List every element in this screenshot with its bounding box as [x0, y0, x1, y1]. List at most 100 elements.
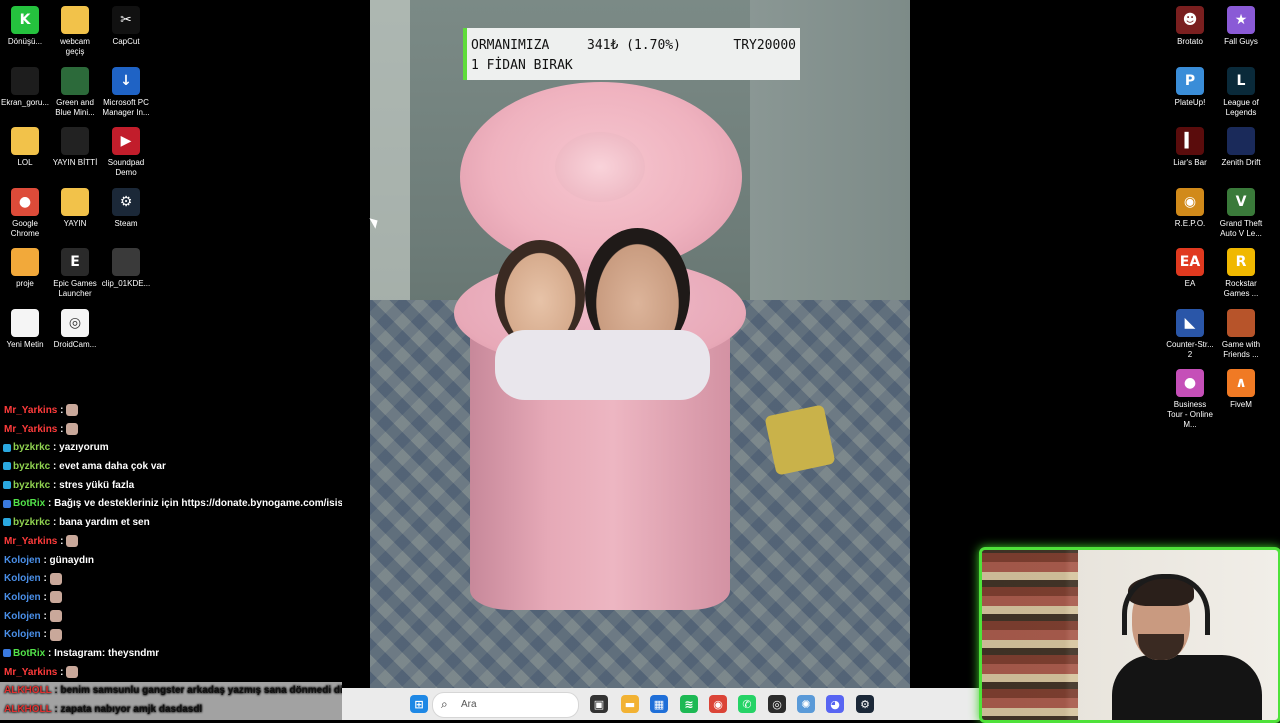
game-icon: [1227, 308, 1255, 337]
desktop-icon[interactable]: Ekran_goru...: [0, 66, 50, 108]
chat-text: :: [40, 591, 47, 603]
desktop-icon[interactable]: ◣ Counter-Str... 2: [1165, 308, 1215, 360]
chrome-icon[interactable]: ◉: [709, 695, 727, 713]
desktop-icon[interactable]: ⚙ Steam: [101, 187, 151, 229]
desktop-icon[interactable]: ✂ CapCut: [101, 6, 151, 47]
steam-icon[interactable]: ⚙: [856, 695, 874, 713]
gta-icon: V: [1227, 187, 1255, 216]
desktop-icon[interactable]: ● Business Tour - Online M...: [1165, 369, 1215, 430]
desktop-icon-label: clip_01KDE...: [101, 279, 151, 288]
desktop-icon-label: YAYIN: [63, 218, 87, 228]
desktop-icon[interactable]: ∧ FiveM: [1216, 369, 1266, 410]
obs-icon[interactable]: ◎: [768, 695, 786, 713]
desktop-icon[interactable]: L League of Legends: [1216, 66, 1266, 118]
chat-username: ALKHOLL: [4, 685, 52, 697]
folder-icon: [11, 127, 39, 155]
file-explorer-icon[interactable]: ▬: [621, 695, 639, 713]
donation-goal: TRY20000: [733, 38, 796, 53]
desktop-icon[interactable]: ★ Fall Guys: [1216, 6, 1266, 47]
desktop-icon-label: Epic Games Launcher: [53, 279, 97, 298]
windows-start-icon[interactable]: ⊞: [410, 695, 428, 713]
store-icon[interactable]: ▦: [650, 695, 668, 713]
stream-photo: [370, 0, 910, 688]
desktop-icon-label: DroidCam...: [53, 339, 97, 349]
desktop-icon-label: Steam: [114, 218, 138, 228]
desktop-icon[interactable]: Game with Friends ...: [1216, 308, 1266, 360]
task-view-icon[interactable]: ▣: [590, 695, 608, 713]
chat-username: Kolojen: [4, 554, 41, 566]
desktop-icon-label: Brotato: [1177, 37, 1203, 46]
chat-username: Kolojen: [4, 629, 41, 641]
chat-text: :: [40, 629, 47, 641]
network-icon[interactable]: ✺: [797, 695, 815, 713]
desktop-icon[interactable]: R Rockstar Games ...: [1216, 248, 1266, 299]
repo-icon: ◉: [1176, 187, 1204, 216]
chat-message: ALKHOLL : zapata nabıyor amjk dasdasdl: [0, 701, 342, 720]
desktop-icon-label: Zenith Drift: [1221, 158, 1261, 167]
desktop-icon[interactable]: Yeni Metin: [0, 308, 50, 350]
desktop-icon-label: CapCut: [112, 37, 140, 46]
taskbar: ⌕ Ara ⊞ ▣ ▬ ▦ ≋ ◉ ✆ ◎ ✺ ◕ ⚙: [342, 688, 980, 720]
zenith-drift-icon: [1227, 127, 1255, 155]
chat-username: BotRix: [13, 647, 46, 659]
folder-icon: [61, 187, 89, 216]
desktop-icon[interactable]: K Dönüşü...: [0, 6, 50, 47]
search-placeholder: Ara: [461, 699, 477, 710]
desktop-icon[interactable]: P PlateUp!: [1165, 66, 1215, 108]
desktop-icon[interactable]: ▶ Soundpad Demo: [101, 127, 151, 178]
chat-message: Kolojen :: [0, 570, 342, 589]
desktop-icon[interactable]: E Epic Games Launcher: [50, 248, 100, 299]
desktop-icon[interactable]: EA EA: [1165, 248, 1215, 289]
emote-icon: [66, 423, 79, 436]
desktop-icon[interactable]: Green and Blue Mini...: [50, 66, 100, 118]
emote-icon: [66, 665, 79, 678]
desktop-icon[interactable]: proje: [0, 248, 50, 289]
chat-message: byzkrkc : bana yardım et sen: [0, 514, 342, 533]
discord-icon[interactable]: ◕: [826, 695, 844, 713]
desktop-icon[interactable]: ↓ Microsoft PC Manager In...: [101, 66, 151, 118]
desktop-icon[interactable]: ▍ Liar's Bar: [1165, 127, 1215, 168]
desktop-icon-label: R.E.P.O.: [1174, 218, 1206, 228]
chat-username: byzkrkc: [13, 517, 51, 529]
taskbar-search[interactable]: ⌕ Ara: [432, 692, 579, 718]
desktop-icon[interactable]: webcam geçiş: [50, 6, 100, 57]
desktop-icon-label: Yeni Metin: [6, 339, 44, 349]
chat-message: BotRix : Instagram: theysndmr: [0, 645, 342, 664]
desktop-icon-label: Google Chrome: [10, 218, 40, 238]
desktop-icon-label: Liar's Bar: [1173, 158, 1207, 167]
whatsapp-icon[interactable]: ✆: [738, 695, 756, 713]
desktop-icon[interactable]: YAYIN BİTTİ: [50, 127, 100, 168]
chat-text: : zapata nabıyor amjk dasdasdl: [51, 704, 203, 715]
desktop-icon-label: Soundpad Demo: [107, 158, 145, 177]
chat-badge-icon: [3, 481, 11, 490]
desktop-icon-label: webcam geçiş: [60, 37, 90, 56]
business-tour-icon: ●: [1176, 369, 1204, 397]
desktop-icon[interactable]: LOL: [0, 127, 50, 168]
chat-username: byzkrkc: [13, 479, 51, 491]
desktop-icon[interactable]: V Grand Theft Auto V Le...: [1216, 187, 1266, 239]
desktop-icon[interactable]: Zenith Drift: [1216, 127, 1266, 168]
desktop-icon[interactable]: YAYIN: [50, 187, 100, 229]
desktop-icon[interactable]: clip_01KDE...: [101, 248, 151, 289]
desktop-icon-label: Grand Theft Auto V Le...: [1219, 218, 1263, 238]
desktop-icon[interactable]: ◎ DroidCam...: [50, 308, 100, 350]
desktop-icon-label: EA: [1184, 279, 1196, 288]
chat-username: byzkrkc: [13, 461, 51, 473]
desktop-icon[interactable]: ☻ Brotato: [1165, 6, 1215, 47]
emote-icon: [49, 572, 62, 585]
desktop-icon[interactable]: ◉ R.E.P.O.: [1165, 187, 1215, 229]
donation-goal-widget: ORMANIMIZA 341₺ (1.70%) TRY20000 1 FİDAN…: [463, 28, 800, 80]
ea-icon: EA: [1176, 248, 1204, 276]
desktop-icon[interactable]: ● Google Chrome: [0, 187, 50, 239]
desktop-icon-label: Counter-Str... 2: [1166, 339, 1214, 359]
folder-icon: [11, 248, 39, 276]
spotify-icon[interactable]: ≋: [680, 695, 698, 713]
chat-message: Mr_Yarkins :: [0, 533, 342, 552]
rockstar-icon: R: [1227, 248, 1255, 276]
chat-badge-icon: [3, 462, 11, 471]
desktop-icon-label: League of Legends: [1223, 97, 1259, 117]
liars-bar-icon: ▍: [1176, 127, 1204, 155]
webcam-overlay: [979, 547, 1280, 723]
chat-message: Kolojen :: [0, 626, 342, 645]
video-thumb-icon: [112, 248, 140, 276]
